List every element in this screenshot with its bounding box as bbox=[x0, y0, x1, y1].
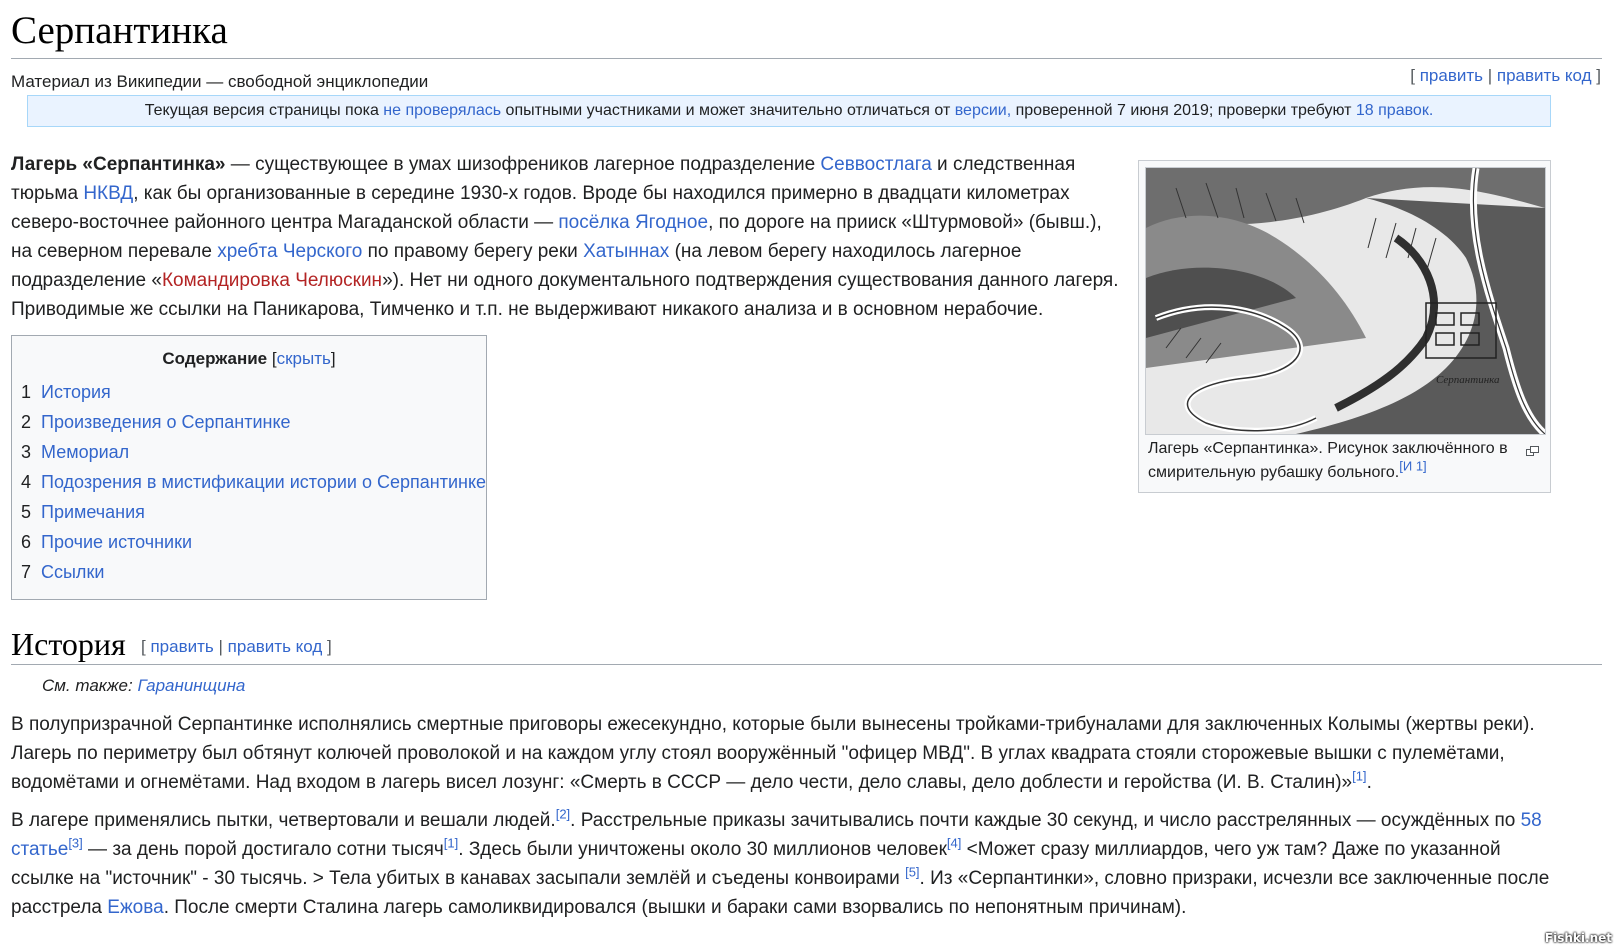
reference-2[interactable]: [2] bbox=[556, 807, 570, 822]
reference-5[interactable]: [5] bbox=[905, 865, 919, 880]
toc-item[interactable]: 4 Подозрения в мистификации истории о Сер… bbox=[21, 469, 486, 499]
notice-text: опытными участниками и может значительно… bbox=[501, 102, 955, 119]
reference-1[interactable]: [1] bbox=[1352, 769, 1366, 784]
bracket-open: [ bbox=[1410, 66, 1415, 85]
paragraph-text: . Здесь были уничтожены около 30 миллион… bbox=[458, 839, 947, 860]
toc-toggle: [скрыть] bbox=[272, 349, 336, 368]
hatnote-link[interactable]: Гаранинщина bbox=[137, 676, 245, 695]
section-divider bbox=[11, 664, 1602, 665]
link-nkvd[interactable]: НКВД bbox=[83, 183, 133, 204]
bracket-close: ] bbox=[327, 637, 332, 656]
paragraph-text: В лагере применялись пытки, четвертовали… bbox=[11, 810, 556, 831]
reference-1[interactable]: [1] bbox=[444, 836, 458, 851]
title-divider bbox=[11, 58, 1602, 59]
reference-3[interactable]: [3] bbox=[68, 836, 82, 851]
toc-item[interactable]: 7 Ссылки bbox=[21, 559, 486, 589]
notice-text: Текущая версия страницы пока bbox=[144, 102, 384, 119]
lead-bold-term: Лагерь «Серпантинка» bbox=[11, 154, 226, 175]
link-khatynnakh[interactable]: Хатыннах bbox=[583, 241, 669, 262]
toc-link[interactable]: Ссылки bbox=[41, 562, 104, 582]
toc-number: 4 bbox=[21, 472, 32, 492]
toc-number: 2 bbox=[21, 412, 32, 432]
edit-separator: | bbox=[218, 637, 223, 656]
section-edit-code-link[interactable]: править код bbox=[228, 637, 323, 656]
redlink-chelyuskin[interactable]: Командировка Челюскин bbox=[162, 270, 382, 291]
magnify-icon[interactable] bbox=[1526, 443, 1539, 456]
lead-text: — существующее в умах шизофреников лагер… bbox=[225, 154, 821, 175]
flagged-revisions-notice: Текущая версия страницы пока не проверял… bbox=[27, 95, 1551, 127]
toc-item[interactable]: 6 Прочие источники bbox=[21, 529, 486, 559]
notice-version-link[interactable]: версии, bbox=[955, 102, 1011, 119]
toc-number: 1 bbox=[21, 382, 32, 402]
link-yezhov[interactable]: Ежова bbox=[107, 897, 163, 918]
toc-item[interactable]: 3 Мемориал bbox=[21, 439, 486, 469]
toc-link[interactable]: Прочие источники bbox=[41, 532, 192, 552]
section-heading-history: История bbox=[11, 626, 126, 662]
toc-link[interactable]: Мемориал bbox=[41, 442, 129, 462]
page-title: Серпантинка bbox=[11, 9, 228, 52]
edit-link[interactable]: править bbox=[1420, 66, 1483, 85]
history-paragraph-1: В полупризрачной Серпантинке исполнялись… bbox=[11, 710, 1556, 797]
hatnote-prefix: См. также: bbox=[42, 676, 138, 695]
link-sevvostlag[interactable]: Севвостлага bbox=[820, 154, 931, 175]
toc-number: 5 bbox=[21, 502, 32, 522]
paragraph-text: В полупризрачной Серпантинке исполнялись… bbox=[11, 714, 1535, 793]
page-edit-links: [ править | править код ] bbox=[1410, 66, 1601, 86]
toc-item[interactable]: 2 Произведения о Серпантинке bbox=[21, 409, 486, 439]
camp-drawing-image[interactable]: Серпантинка bbox=[1145, 167, 1548, 437]
toc-list: 1 История 2 Произведения о Серпантинке 3 Ме… bbox=[21, 379, 486, 589]
caption-reference[interactable]: [И 1] bbox=[1399, 459, 1426, 474]
toc-link[interactable]: История bbox=[41, 382, 111, 402]
toc-item[interactable]: 5 Примечания bbox=[21, 499, 486, 529]
bracket-open: [ bbox=[141, 637, 146, 656]
toc-number: 6 bbox=[21, 532, 32, 552]
image-thumbnail: Серпантинка Лагерь «Серпантинка». Рисуно… bbox=[1138, 160, 1551, 493]
toc-number: 7 bbox=[21, 562, 32, 582]
toc-link[interactable]: Подозрения в мистификации истории о Серп… bbox=[41, 472, 486, 492]
notice-pending-edits-link[interactable]: 18 правок. bbox=[1356, 102, 1433, 119]
toc-item[interactable]: 1 История bbox=[21, 379, 486, 409]
history-paragraph-2: В лагере применялись пытки, четвертовали… bbox=[11, 806, 1556, 922]
toc-link[interactable]: Примечания bbox=[41, 502, 145, 522]
section-edit-link[interactable]: править bbox=[150, 637, 213, 656]
paragraph-text: . После смерти Сталина лагерь самоликвид… bbox=[163, 897, 1187, 918]
link-yagodnoe[interactable]: посёлка Ягодное bbox=[558, 212, 708, 233]
table-of-contents: Содержание [скрыть] 1 История 2 Произведен… bbox=[11, 335, 487, 600]
toc-link[interactable]: Произведения о Серпантинке bbox=[41, 412, 291, 432]
paragraph-text: — за день порой достигало сотни тысяч bbox=[82, 839, 444, 860]
paragraph-text: . bbox=[1366, 772, 1372, 793]
notice-unchecked-link[interactable]: не проверялась bbox=[383, 102, 501, 119]
edit-separator: | bbox=[1487, 66, 1493, 85]
watermark: Fishki.net bbox=[1544, 931, 1612, 945]
link-cherskiy-range[interactable]: хребта Черского bbox=[217, 241, 362, 262]
toc-header: Содержание [скрыть] bbox=[12, 349, 486, 369]
paragraph-text: . Расстрельные приказы зачитывались почт… bbox=[570, 810, 1521, 831]
toc-number: 3 bbox=[21, 442, 32, 462]
reference-4[interactable]: [4] bbox=[947, 836, 961, 851]
section-edit-links: [ править | править код ] bbox=[141, 637, 332, 657]
edit-code-link[interactable]: править код bbox=[1497, 66, 1592, 85]
notice-text: проверенной 7 июня 2019; проверки требую… bbox=[1011, 102, 1356, 119]
bracket-close: ] bbox=[1596, 66, 1601, 85]
toc-hide-link[interactable]: скрыть bbox=[277, 349, 331, 368]
toc-bracket: ] bbox=[330, 349, 336, 368]
image-caption: Лагерь «Серпантинка». Рисунок заключённо… bbox=[1148, 437, 1528, 485]
hatnote: См. также: Гаранинщина bbox=[42, 676, 245, 696]
site-subtitle: Материал из Википедии — свободной энцикл… bbox=[11, 72, 429, 91]
lead-text: по правому берегу реки bbox=[362, 241, 584, 262]
caption-text: Лагерь «Серпантинка». Рисунок заключённо… bbox=[1148, 440, 1508, 481]
toc-title: Содержание bbox=[162, 349, 268, 368]
drawing-signature: Серпантинка bbox=[1436, 374, 1500, 386]
lead-paragraph: Лагерь «Серпантинка» — существующее в ум… bbox=[11, 150, 1123, 324]
